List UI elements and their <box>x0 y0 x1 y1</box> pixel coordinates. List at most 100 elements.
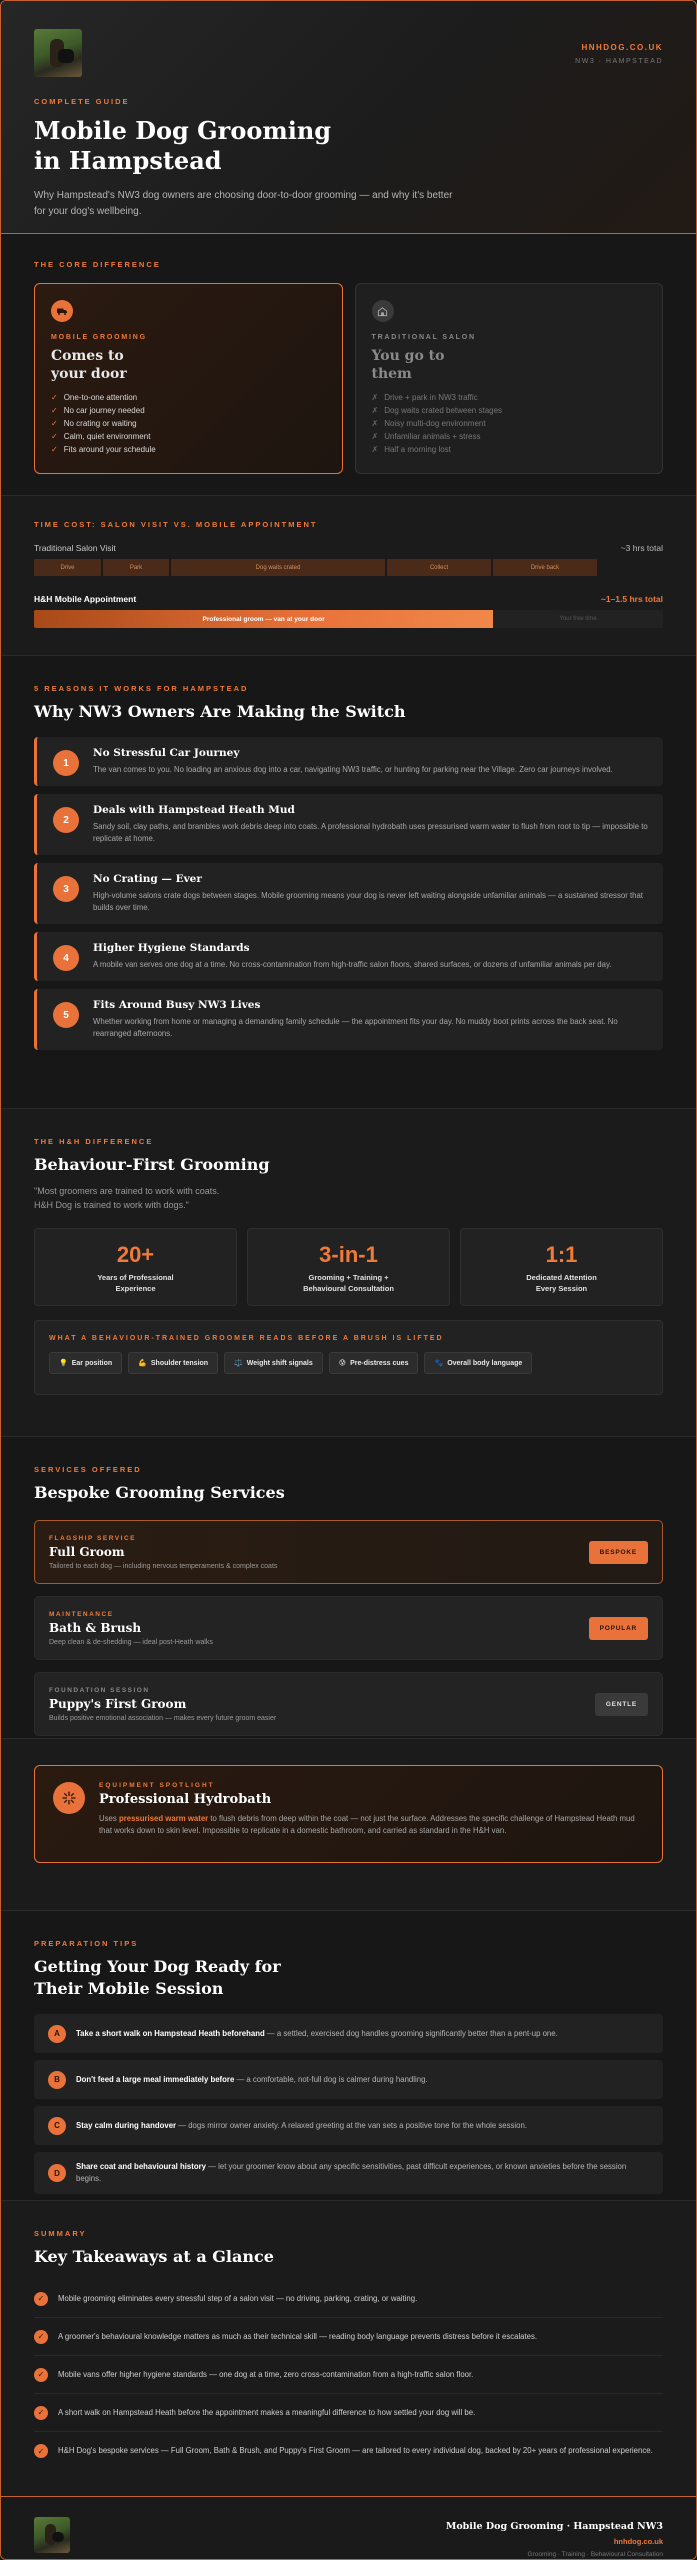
cue-chip-label: Shoulder tension <box>150 1359 209 1367</box>
quote-line-2: H&H Dog is trained to work with dogs." <box>34 1200 189 1210</box>
reason-card: 1 No Stressful Car Journey The van comes t… <box>34 737 663 786</box>
salon-time-total: ~3 hrs total <box>620 543 663 553</box>
services-eyebrow: SERVICES OFFERED <box>34 1465 142 1474</box>
check-icon: ✓ <box>51 406 58 415</box>
tip-bold: Take a short walk on Hampstead Heath bef… <box>76 2028 265 2038</box>
reason-body: Higher Hygiene Standards A mobile van ser… <box>93 942 611 971</box>
brand-logo-photo <box>34 29 82 77</box>
cue-chip-label: Pre-distress cues <box>350 1359 409 1367</box>
salon-time-row: Traditional Salon Visit ~3 hrs total <box>34 543 663 553</box>
behaviour-quote: "Most groomers are trained to work with … <box>34 1184 663 1212</box>
service-badge: BESPOKE <box>588 1540 648 1564</box>
mobile-time-total: ~1–1.5 hrs total <box>600 594 663 604</box>
service-card[interactable]: FOUNDATION SESSION Puppy's First Groom Bui… <box>34 1672 663 1736</box>
salon-list-item-label: Unfamiliar animals + stress <box>384 432 481 441</box>
takeaway-item: ✓ A short walk on Hampstead Heath before … <box>34 2394 663 2432</box>
reason-title: Higher Hygiene Standards <box>93 942 250 954</box>
footer-info: Mobile Dog Grooming · Hampstead NW3 hnhd… <box>446 2521 663 2558</box>
mobile-list-item: ✓ No crating or waiting <box>51 417 326 430</box>
check-icon: ✓ <box>34 2329 48 2344</box>
salon-time-segment: Collect <box>387 559 491 576</box>
reasons-section: 5 REASONS IT WORKS FOR HAMPSTEAD Why NW3… <box>1 656 696 1109</box>
stat-card: 1:1 Dedicated Attention Every Session <box>460 1228 663 1306</box>
mobile-list-item-label: No crating or waiting <box>63 419 137 428</box>
takeaway-item: ✓ A groomer's behavioural knowledge matte… <box>34 2318 663 2356</box>
tip-bold: Don't feed a large meal immediately befo… <box>76 2074 235 2084</box>
reason-title: No Crating — Ever <box>93 873 202 885</box>
reason-card: 5 Fits Around Busy NW3 Lives Whether worki… <box>34 989 663 1050</box>
brand-domain[interactable]: HNHDOG.CO.UK <box>575 43 663 52</box>
mobile-list-item: ✓ Fits around your schedule <box>51 443 326 456</box>
reasons-eyebrow: 5 REASONS IT WORKS FOR HAMPSTEAD <box>34 684 249 693</box>
sparkle-icon <box>53 1782 85 1814</box>
takeaway-text: Mobile grooming eliminates every stressf… <box>58 2293 418 2303</box>
cue-chip: 🐾 Overall body language <box>424 1352 533 1374</box>
cues-eyebrow: WHAT A BEHAVIOUR-TRAINED GROOMER READS B… <box>49 1335 444 1342</box>
salon-card-kicker: TRADITIONAL SALON <box>371 334 476 341</box>
mobile-benefits-list: ✓ One-to-one attention ✓ No car journey nee… <box>51 391 326 456</box>
check-icon: ✓ <box>34 2444 48 2458</box>
takeaway-item: ✓ Mobile grooming eliminates every stress… <box>34 2280 663 2318</box>
stat-label-line: Every Session <box>535 1284 588 1293</box>
cue-chip-label: Weight shift signals <box>246 1359 313 1367</box>
reason-description: The van comes to you. No loading an anxi… <box>93 765 613 774</box>
footer-url[interactable]: hnhdog.co.uk <box>446 2537 663 2546</box>
mobile-time-fill: Professional groom — van at your door <box>34 610 494 628</box>
mobile-time-bar: Professional groom — van at your door Yo… <box>34 610 663 628</box>
check-icon: ✓ <box>51 419 58 428</box>
reason-title: No Stressful Car Journey <box>93 747 240 759</box>
stat-label: Dedicated Attention Every Session <box>461 1272 662 1294</box>
service-badge: POPULAR <box>588 1616 648 1640</box>
cross-icon: ✗ <box>371 419 379 428</box>
services-list: FLAGSHIP SERVICE Full Groom Tailored to ea… <box>34 1520 663 1736</box>
reason-title: Deals with Hampstead Heath Mud <box>93 804 295 816</box>
stat-label: Years of Professional Experience <box>35 1272 236 1294</box>
salon-time-segment: Drive back <box>493 559 597 576</box>
service-badge: GENTLE <box>594 1692 648 1716</box>
service-name: Full Groom <box>49 1544 125 1559</box>
salon-list-item: ✗ Half a morning lost <box>372 443 647 456</box>
building-icon <box>371 300 394 322</box>
cue-chip: 😰 Pre-distress cues <box>328 1352 419 1374</box>
footer-logo-photo <box>34 2517 70 2553</box>
cross-icon: ✗ <box>371 432 379 441</box>
cue-chip: ⚖️ Weight shift signals <box>224 1352 323 1374</box>
stat-label-line: Grooming + Training + <box>308 1273 389 1282</box>
service-kicker: FOUNDATION SESSION <box>49 1686 150 1694</box>
reason-body: No Stressful Car Journey The van comes to… <box>93 747 613 776</box>
muscle-icon: 💪 <box>138 1360 147 1367</box>
stats-row: 20+ Years of Professional Experience 3-in-1… <box>34 1228 663 1306</box>
service-name: Bath & Brush <box>49 1620 142 1635</box>
service-card[interactable]: MAINTENANCE Bath & Brush Deep clean & de-s… <box>34 1596 663 1660</box>
stat-number: 1:1 <box>545 1242 578 1267</box>
service-card[interactable]: FLAGSHIP SERVICE Full Groom Tailored to ea… <box>34 1520 663 1584</box>
tip-rest: — a settled, exercised dog handles groom… <box>264 2028 558 2038</box>
lightbulb-icon: 💡 <box>59 1360 68 1367</box>
takeaway-item: ✓ H&H Dog's bespoke services — Full Groom… <box>34 2432 663 2470</box>
reason-number: 3 <box>53 876 79 902</box>
salon-list-item: ✗ Dog waits crated between stages <box>372 404 647 417</box>
footer-title: Mobile Dog Grooming · Hampstead NW3 <box>445 2521 663 2532</box>
stat-number: 3-in-1 <box>319 1242 378 1267</box>
salon-list-item: ✗ Unfamiliar animals + stress <box>372 430 647 443</box>
salon-list-item-label: Drive + park in NW3 traffic <box>384 393 478 402</box>
core-difference-section: THE CORE DIFFERENCE MOBILE GROOMING Come… <box>1 234 696 496</box>
tip-item: C Stay calm during handover — dogs mirror… <box>34 2106 663 2145</box>
reason-number: 5 <box>53 1002 79 1028</box>
behaviour-section: THE H&H DIFFERENCE Behaviour-First Groom… <box>1 1109 696 1437</box>
summary-eyebrow: SUMMARY <box>34 2229 87 2238</box>
body-cues-panel: WHAT A BEHAVIOUR-TRAINED GROOMER READS B… <box>34 1320 663 1395</box>
tip-letter: A <box>48 2024 66 2043</box>
tip-letter: C <box>48 2116 66 2135</box>
tip-bold: Stay calm during handover <box>76 2120 177 2130</box>
equipment-eyebrow: EQUIPMENT SPOTLIGHT <box>99 1782 215 1789</box>
service-kicker: MAINTENANCE <box>49 1610 114 1618</box>
mobile-time-row: H&H Mobile Appointment ~1–1.5 hrs total <box>34 594 663 604</box>
reason-description: A mobile van serves one dog at a time. N… <box>93 960 612 969</box>
tip-rest: — a comfortable, not-full dog is calmer … <box>234 2074 428 2084</box>
page-title: Mobile Dog Grooming in Hampstead <box>34 116 332 175</box>
free-time-segment: Your free time <box>559 616 597 622</box>
tip-text: Share coat and behavioural history — let… <box>76 2161 649 2185</box>
stat-label-line: Experience <box>115 1284 156 1293</box>
stat-number: 20+ <box>116 1242 155 1267</box>
